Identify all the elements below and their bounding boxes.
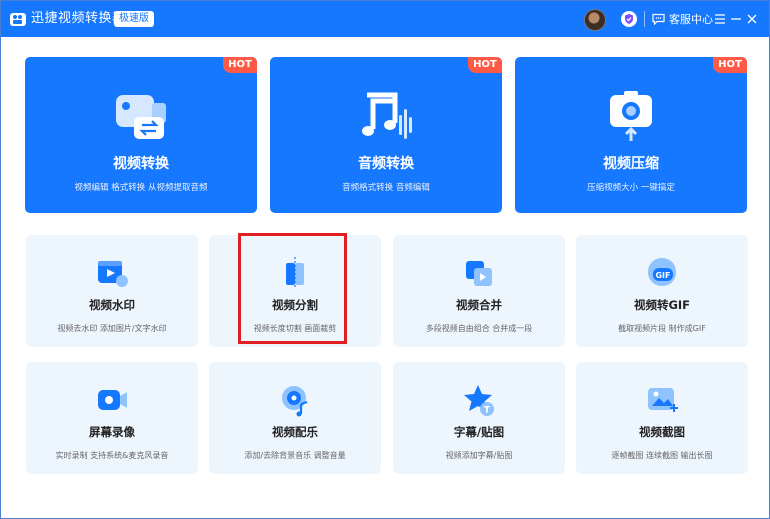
card-subtitle: 截取视频片段 制作成GIF	[618, 324, 706, 333]
card-title: 视频截图	[639, 425, 685, 439]
video-convert-card[interactable]: HOT 视频转换 视频编辑 格式转换 从视频提取音频	[25, 57, 257, 213]
chat-bubble-icon	[652, 13, 665, 25]
vip-shield-icon[interactable]	[620, 10, 638, 28]
video-to-gif-card[interactable]: GIF 视频转GIF 截取视频片段 制作成GIF	[576, 235, 748, 347]
gif-icon: GIF	[648, 258, 676, 286]
card-title: 音频转换	[358, 156, 414, 172]
card-subtitle: 实时录制 支持系统&麦克风录音	[55, 451, 169, 460]
screen-record-icon	[98, 390, 127, 410]
card-subtitle: 视频编辑 格式转换 从视频提取音频	[74, 183, 208, 193]
card-subtitle: 多段视频自由组合 合并成一段	[425, 324, 533, 333]
split-icon	[286, 257, 304, 289]
app-title: 迅捷视频转换器	[31, 11, 126, 26]
hot-badge: HOT	[468, 57, 502, 73]
audio-convert-icon	[362, 92, 412, 139]
video-compress-card[interactable]: HOT 视频压缩 压缩视频大小 一键搞定	[515, 57, 747, 213]
card-subtitle: 压缩视频大小 一键搞定	[587, 183, 675, 193]
card-subtitle: 视频去水印 添加图片/文字水印	[57, 324, 167, 333]
card-title: 视频转换	[113, 156, 169, 172]
audio-convert-card[interactable]: HOT 音频转换 音频格式转换 音频编辑	[270, 57, 502, 213]
video-merge-card[interactable]: 视频合并 多段视频自由组合 合并成一段	[393, 235, 565, 347]
app-window: 迅捷视频转换器 极速版 客服中心 HOT 视频转换 视频编辑 格式转换 从视频提…	[0, 0, 770, 519]
music-icon	[282, 386, 308, 417]
video-music-card[interactable]: 视频配乐 添加/去除背景音乐 调整音量	[209, 362, 381, 474]
video-split-card[interactable]: 视频分割 视频长度切割 画面裁剪	[209, 235, 381, 347]
svg-text:GIF: GIF	[655, 271, 670, 280]
watermark-icon	[98, 261, 128, 287]
edition-badge: 极速版	[114, 11, 154, 27]
merge-icon	[466, 261, 492, 286]
title-bar: 迅捷视频转换器 极速版 客服中心	[1, 1, 769, 37]
hot-badge: HOT	[713, 57, 747, 73]
card-title: 视频合并	[456, 298, 502, 312]
card-subtitle: 逐帧截图 连续截图 输出长图	[611, 451, 713, 460]
support-center-button[interactable]: 客服中心	[652, 10, 713, 28]
titlebar-divider	[644, 11, 645, 27]
card-title: 视频分割	[272, 298, 318, 312]
card-title: 字幕/贴图	[453, 425, 505, 439]
video-compress-icon	[610, 91, 652, 141]
screen-record-card[interactable]: 屏幕录像 实时录制 支持系统&麦克风录音	[26, 362, 198, 474]
close-icon[interactable]	[743, 10, 761, 28]
video-screenshot-card[interactable]: 视频截图 逐帧截图 连续截图 输出长图	[576, 362, 748, 474]
card-subtitle: 视频长度切割 画面裁剪	[253, 324, 337, 333]
subtitle-sticker-card[interactable]: T 字幕/贴图 视频添加字幕/贴图	[393, 362, 565, 474]
screenshot-icon	[648, 388, 678, 412]
card-title: 视频转GIF	[633, 298, 691, 312]
avatar[interactable]	[584, 9, 606, 31]
support-center-label: 客服中心	[669, 13, 713, 26]
card-subtitle: 音频格式转换 音频编辑	[342, 183, 430, 193]
card-title: 视频配乐	[272, 425, 318, 439]
card-subtitle: 添加/去除背景音乐 调整音量	[244, 451, 346, 460]
card-title: 屏幕录像	[89, 425, 135, 439]
subtitle-sticker-icon: T	[464, 385, 494, 416]
video-watermark-card[interactable]: 视频水印 视频去水印 添加图片/文字水印	[26, 235, 198, 347]
app-logo-icon	[10, 13, 26, 26]
card-subtitle: 视频添加字幕/贴图	[445, 451, 513, 460]
svg-text:T: T	[484, 406, 491, 416]
video-convert-icon	[116, 95, 166, 139]
hot-badge: HOT	[223, 57, 257, 73]
card-title: 视频水印	[89, 298, 135, 312]
card-title: 视频压缩	[603, 156, 659, 172]
